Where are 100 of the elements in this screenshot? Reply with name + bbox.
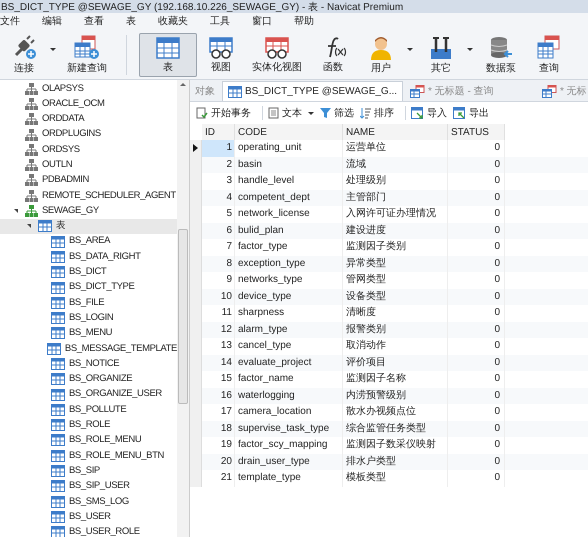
tree-item[interactable]: OUTLN [0,157,177,173]
tree-item[interactable]: BS_LOGIN [0,310,177,326]
toolbar-button[interactable]: 新建查询 [60,32,114,76]
dropdown-caret-icon[interactable] [467,48,473,51]
tree-item[interactable]: ORACLE_OCM [0,96,177,112]
toolbar-button[interactable]: 开始事务 [196,106,251,120]
menu-item[interactable]: 表 [115,14,147,29]
table-row[interactable]: 4 competent_dept 主管部门 0 [190,190,588,206]
column-header[interactable]: STATUS [448,124,505,140]
tree-item[interactable]: BS_SIP [0,463,177,479]
scrollbar-thumb[interactable] [178,229,188,404]
tree-item[interactable]: ORDDATA [0,112,177,127]
dropdown-caret-icon[interactable] [407,48,413,51]
menu-item[interactable]: 窗口 [241,14,283,29]
column-header[interactable]: ID [202,124,235,140]
menu-item[interactable]: 文件 [0,14,31,29]
column-header[interactable]: CODE [235,124,343,140]
table-row[interactable]: 2 basin 流域 0 [190,156,588,173]
tree-item[interactable]: ORDPLUGINS [0,126,177,142]
table-row[interactable]: 12 alarm_type 报警类别 0 [190,322,588,338]
table-icon [51,526,65,537]
toolbar-button[interactable]: 文本 [268,106,302,120]
tree-item[interactable]: OLAPSYS [0,81,177,96]
tree-item[interactable]: BS_POLLUTE [0,402,177,418]
tree-item[interactable]: BS_AREA [0,234,177,250]
tree-item[interactable]: BS_USER_ROLE [0,524,177,537]
tree-item[interactable]: BS_DICT_TYPE [0,280,177,296]
tree-item[interactable]: PDBADMIN [0,172,177,188]
table-icon [51,327,65,340]
table-row[interactable]: 10 device_type 设备类型 0 [190,288,588,305]
toolbar-button[interactable]: 视图 [197,32,245,76]
table-icon [228,86,242,98]
table-icon [51,419,65,432]
tree-item[interactable]: BS_FILE [0,295,177,310]
table-glasses-icon [263,36,291,60]
table-icon [51,510,65,523]
tree-item[interactable]: 表 [0,218,177,234]
tree-item[interactable]: BS_ROLE_MENU_BTN [0,448,177,464]
tools-icon [428,34,454,60]
scroll-up-icon[interactable] [180,83,186,86]
tree-item[interactable]: BS_USER [0,509,177,525]
toolbar-button[interactable]: 表 [139,32,197,76]
table-row[interactable]: 18 supervise_task_type 综合监管任务类型 0 [190,420,588,437]
tree-item[interactable]: BS_ORGANIZE_USER [0,386,177,402]
toolbar-button[interactable]: 实体化视图 [245,32,309,76]
menu-item[interactable]: 收藏夹 [147,14,199,29]
table-row[interactable]: 6 bulid_plan 建设进度 0 [190,222,588,239]
tree-item[interactable]: ORDSYS [0,142,177,158]
expanded-triangle-icon[interactable] [27,224,31,228]
window-title: BS_DICT_TYPE @SEWAGE_GY (192.168.10.226_SEWAGE_GY) - 表 - Navicat Premium [0,2,404,13]
tree-item[interactable]: BS_NOTICE [0,356,177,372]
tree-item[interactable]: BS_SIP_USER [0,478,177,494]
table-row[interactable]: 8 exception_type 异常类型 0 [190,256,588,272]
table-row[interactable]: 14 evaluate_project 评价项目 0 [190,354,588,371]
tree-item[interactable]: BS_MENU [0,326,177,342]
table-icon [51,266,65,278]
dropdown-caret-icon[interactable] [308,112,314,114]
tree-item[interactable]: BS_DICT [0,264,177,280]
document-icon [268,107,279,119]
toolbar-button[interactable]: 筛选 [320,106,354,120]
toolbar-button[interactable]: 导出 [453,106,489,120]
table-cell: template_type [235,470,343,486]
tab[interactable]: BS_DICT_TYPE @SEWAGE_G... [222,81,404,101]
tree-item[interactable]: BS_ROLE_MENU [0,432,177,448]
toolbar-button[interactable]: 排序 [360,106,394,120]
dropdown-caret-icon[interactable] [50,48,56,51]
schema-icon [25,98,38,110]
schema-icon [25,113,38,126]
table-row[interactable]: 20 drain_user_type 排水户类型 0 [190,454,588,470]
column-header[interactable]: NAME [343,124,448,140]
tree-item[interactable]: BS_ORGANIZE [0,372,177,387]
menu-item[interactable]: 编辑 [31,14,73,29]
toolbar-button[interactable]: 函数 [309,32,357,76]
table-glasses-icon [207,36,235,60]
toolbar-button[interactable]: 用户 [357,32,405,76]
toolbar-button[interactable]: 导入 [411,106,447,120]
tree-item[interactable]: BS_DATA_RIGHT [0,249,177,265]
table-icon [51,236,65,248]
menu-item[interactable]: 工具 [199,14,241,29]
menu-item[interactable]: 帮助 [283,14,325,29]
tree-item[interactable]: BS_MESSAGE_TEMPLATE [0,341,177,356]
expanded-triangle-icon[interactable] [14,209,18,214]
table-icon [51,358,65,370]
schema-icon [25,190,38,202]
toolbar-button[interactable]: 数据泵 [477,32,525,76]
user-icon [368,34,394,60]
tree-item[interactable]: SEWAGE_GY [0,203,177,219]
toolbar-button[interactable]: 其它 [417,32,465,76]
toolbar-button[interactable]: 连接 [0,32,48,76]
table-icon [51,312,65,324]
table-cell: 1 [202,140,235,156]
tree-item[interactable]: REMOTE_SCHEDULER_AGENT [0,188,177,204]
table-icon [38,220,52,232]
scrollbar[interactable] [177,80,189,537]
toolbar-button[interactable]: 查询 [525,32,573,76]
menu-item[interactable]: 查看 [73,14,115,29]
table-icon [51,296,65,309]
table-row[interactable]: 16 waterlogging 内涝预警级别 0 [190,388,588,404]
tree-item[interactable]: BS_SMS_LOG [0,494,177,510]
tree-item[interactable]: BS_ROLE [0,418,177,433]
